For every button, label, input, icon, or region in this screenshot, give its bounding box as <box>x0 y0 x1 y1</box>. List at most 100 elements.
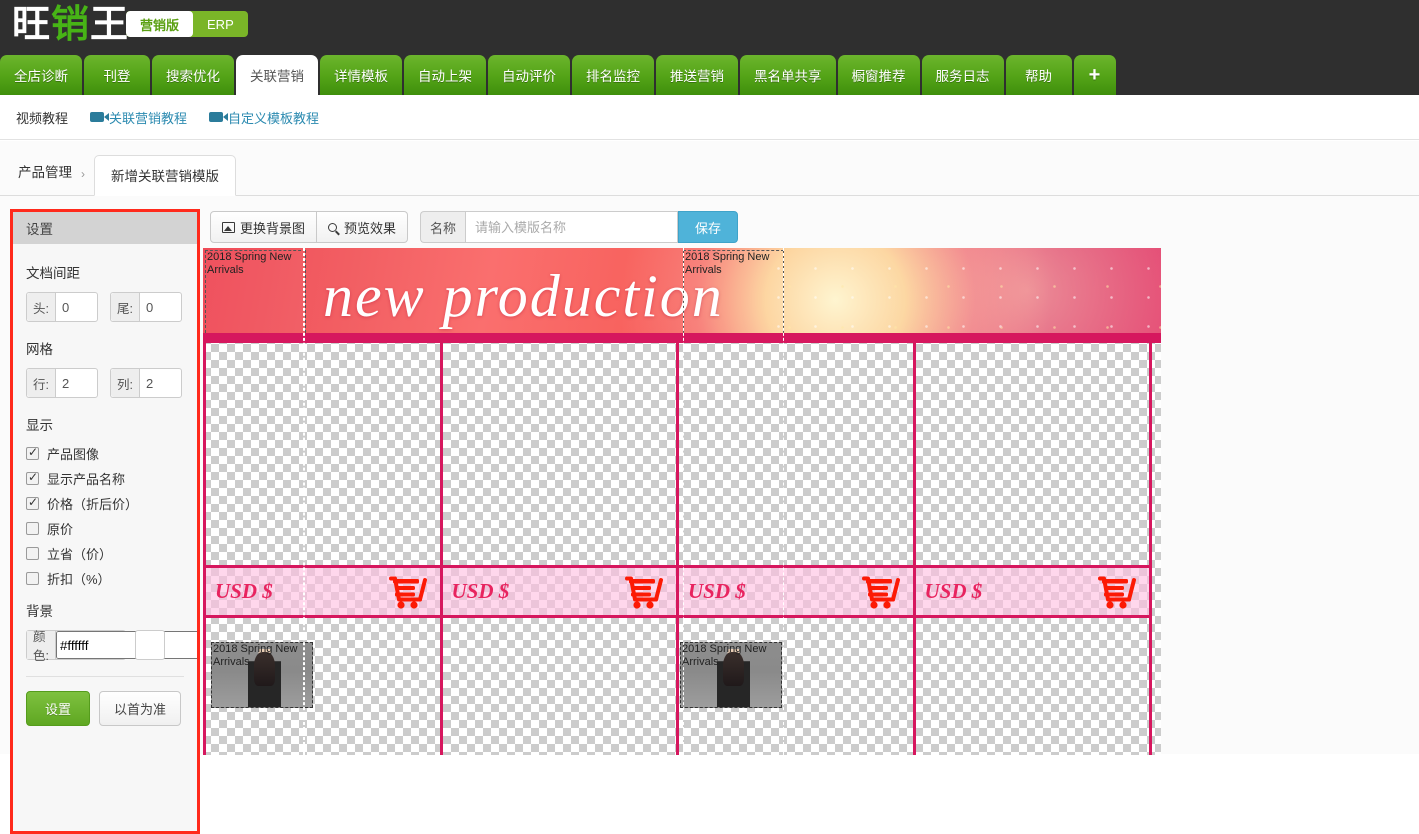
display-option-discount-price[interactable]: 价格（折后价） <box>26 494 184 513</box>
tail-spacing-group[interactable]: 尾: <box>110 292 182 322</box>
document-tab-new-template[interactable]: 新增关联营销模版 <box>94 155 236 196</box>
product-price: USD $ <box>688 579 746 603</box>
editor-toolbar-buttons: 更换背景图 预览效果 <box>210 211 409 243</box>
grid-cols-input[interactable] <box>139 369 181 397</box>
display-option-discount-percent[interactable]: 折扣（%） <box>26 569 184 588</box>
version-marketing-button[interactable]: 营销版 <box>126 11 194 37</box>
nav-tab-6[interactable]: 自动评价 <box>488 55 570 95</box>
checkbox-icon[interactable] <box>26 547 39 560</box>
head-spacing-group[interactable]: 头: <box>26 292 98 322</box>
broken-image-placeholder[interactable]: 2018 Spring New Arrivals <box>680 642 782 708</box>
product-price-bar: USD $ <box>442 565 676 615</box>
checkbox-icon[interactable] <box>26 572 39 585</box>
product-image-area[interactable] <box>443 343 677 565</box>
product-image-area[interactable] <box>679 343 913 565</box>
search-icon <box>328 222 338 232</box>
apply-settings-button[interactable]: 设置 <box>26 691 91 726</box>
version-switch[interactable]: 营销版 ERP <box>126 11 248 37</box>
display-option-savings[interactable]: 立省（价） <box>26 544 184 563</box>
checkbox-icon[interactable] <box>26 445 39 460</box>
product-cell[interactable] <box>439 618 679 755</box>
tutorial-link-0[interactable]: 关联营销教程 <box>90 108 187 127</box>
broken-image-placeholder[interactable]: 2018 Spring New Arrivals <box>205 250 306 343</box>
settings-actions: 设置 以首为准 <box>26 691 184 726</box>
nav-tab-10[interactable]: 橱窗推荐 <box>837 55 920 95</box>
checkbox-icon[interactable] <box>26 495 39 510</box>
nav-tab-3[interactable]: 关联营销 <box>236 55 318 95</box>
product-image-area[interactable] <box>916 343 1150 565</box>
product-image-area[interactable] <box>206 343 440 565</box>
editor-toolbar: 更换背景图 预览效果 名称 保存 <box>210 211 739 243</box>
display-option-2-label: 价格（折后价） <box>47 497 139 512</box>
banner-block[interactable]: new production 2018 Spring New Arrivals … <box>203 248 1161 343</box>
nav-tab-1[interactable]: 刊登 <box>84 55 150 95</box>
change-background-button[interactable]: 更换背景图 <box>210 211 318 243</box>
product-image-area[interactable]: 2018 Spring New Arrivals <box>206 618 440 755</box>
top-brand-bar: 旺销王 营销版 ERP 全店诊断 刊登 搜索优化 关联营销 详情模板 自动上架 … <box>0 0 1419 95</box>
template-name-input[interactable] <box>465 211 679 243</box>
grid-title: 网格 <box>26 342 53 357</box>
preview-label: 预览效果 <box>344 220 397 236</box>
display-option-product-name[interactable]: 显示产品名称 <box>26 469 184 488</box>
tutorial-link-1[interactable]: 自定义模板教程 <box>209 108 319 127</box>
checkbox-icon[interactable] <box>26 470 39 485</box>
product-cell[interactable]: USD $ <box>203 343 443 618</box>
product-image-area[interactable] <box>916 618 1150 755</box>
product-cell[interactable]: 2018 Spring New Arrivals <box>676 618 916 755</box>
background-color-group[interactable]: 颜色: <box>26 630 197 663</box>
background-color-input[interactable] <box>55 631 197 659</box>
display-options: 产品图像 显示产品名称 价格（折后价） 原价 <box>26 444 184 588</box>
display-option-0-label: 产品图像 <box>47 447 100 462</box>
template-name-label: 名称 <box>420 211 466 243</box>
product-cell[interactable]: USD $ <box>439 343 679 618</box>
nav-tab-9[interactable]: 黑名单共享 <box>740 55 836 95</box>
background-title: 背景 <box>26 604 53 619</box>
banner-bottom-strip <box>203 333 1161 343</box>
breadcrumb-root[interactable]: 产品管理 <box>18 161 72 195</box>
nav-tab-5[interactable]: 自动上架 <box>404 55 486 95</box>
tutorial-bar: 视频教程 关联营销教程 自定义模板教程 <box>0 95 1419 140</box>
grid-rows-input[interactable] <box>55 369 97 397</box>
nav-tab-2[interactable]: 搜索优化 <box>152 55 234 95</box>
display-option-1-label: 显示产品名称 <box>47 472 126 487</box>
shopping-cart-icon[interactable] <box>385 575 431 609</box>
breadcrumb-separator-icon: › <box>81 167 85 181</box>
color-swatch[interactable] <box>135 630 165 660</box>
shopping-cart-icon[interactable] <box>1094 575 1140 609</box>
save-button[interactable]: 保存 <box>678 211 739 243</box>
tutorial-bar-label: 视频教程 <box>16 110 69 126</box>
nav-tab-4[interactable]: 详情模板 <box>320 55 402 95</box>
broken-image-placeholder[interactable]: 2018 Spring New Arrivals <box>683 250 784 343</box>
product-cell[interactable] <box>912 618 1152 755</box>
broken-image-alt-text: 2018 Spring New Arrivals <box>685 251 770 276</box>
tail-spacing-label: 尾: <box>111 293 140 321</box>
shopping-cart-icon[interactable] <box>858 575 904 609</box>
tutorial-link-1-label: 自定义模板教程 <box>228 110 320 126</box>
tail-spacing-input[interactable] <box>139 293 181 321</box>
grid-cols-group[interactable]: 列: <box>110 368 182 398</box>
template-canvas[interactable]: new production 2018 Spring New Arrivals … <box>203 248 1161 755</box>
first-as-standard-button[interactable]: 以首为准 <box>99 691 182 726</box>
nav-tab-7[interactable]: 排名监控 <box>572 55 654 95</box>
nav-tab-11[interactable]: 服务日志 <box>921 55 1004 95</box>
add-tab-button[interactable]: + <box>1073 55 1116 95</box>
product-cell[interactable]: USD $ <box>676 343 916 618</box>
settings-panel-header: 设置 <box>13 212 197 244</box>
grid-rows-group[interactable]: 行: <box>26 368 98 398</box>
product-image-area[interactable]: 2018 Spring New Arrivals <box>679 618 913 755</box>
nav-tab-8[interactable]: 推送营销 <box>656 55 738 95</box>
checkbox-icon[interactable] <box>26 522 39 535</box>
product-cell[interactable]: 2018 Spring New Arrivals <box>203 618 443 755</box>
shopping-cart-icon[interactable] <box>621 575 667 609</box>
product-cell[interactable]: USD $ <box>912 343 1152 618</box>
version-erp-button[interactable]: ERP <box>193 11 248 37</box>
display-option-product-image[interactable]: 产品图像 <box>26 444 184 463</box>
head-spacing-label: 头: <box>27 293 56 321</box>
preview-button[interactable]: 预览效果 <box>317 211 409 243</box>
broken-image-placeholder[interactable]: 2018 Spring New Arrivals <box>211 642 313 708</box>
nav-tab-12[interactable]: 帮助 <box>1005 55 1072 95</box>
head-spacing-input[interactable] <box>55 293 97 321</box>
product-image-area[interactable] <box>443 618 677 755</box>
nav-tab-0[interactable]: 全店诊断 <box>0 55 82 95</box>
display-option-original-price[interactable]: 原价 <box>26 519 184 538</box>
